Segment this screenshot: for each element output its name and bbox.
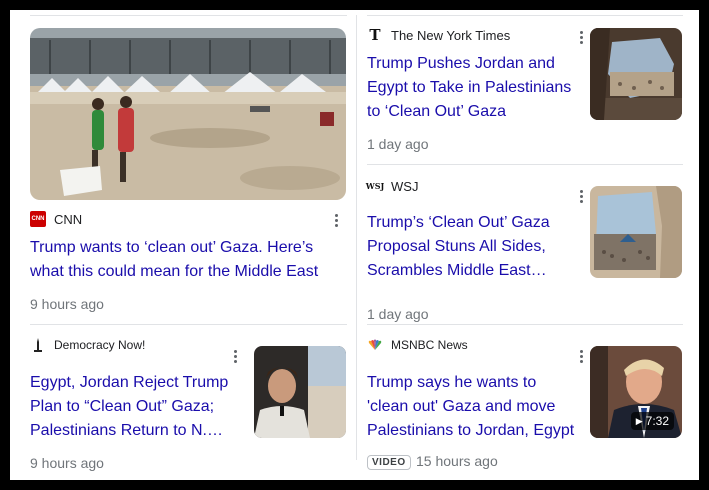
- article-time: 15 hours ago: [416, 453, 498, 469]
- article-time: 1 day ago: [367, 136, 429, 152]
- article-source[interactable]: CNN CNN: [30, 211, 82, 227]
- logo-text: T: [369, 26, 381, 44]
- video-duration: ▶ 7:32: [630, 412, 674, 430]
- gaza-camp-photo: [30, 28, 346, 200]
- article-title[interactable]: Egypt, Jordan Reject Trump Plan to “Clea…: [30, 371, 250, 443]
- nyt-logo-icon: T: [367, 26, 383, 44]
- logo-text: CNN: [31, 216, 45, 222]
- title-line: Trump says he wants to: [367, 374, 537, 391]
- article-time: 9 hours ago: [30, 455, 104, 471]
- more-options-icon[interactable]: [573, 27, 589, 47]
- article-title[interactable]: Trump’s ‘Clean Out’ Gaza Proposal Stuns …: [367, 211, 587, 283]
- title-line: Trump Pushes Jordan and: [367, 55, 555, 72]
- source-name: CNN: [54, 211, 83, 227]
- article-source[interactable]: T The New York Times: [367, 26, 511, 44]
- wsj-logo-icon: WSJ: [365, 178, 385, 194]
- more-options-icon[interactable]: [328, 210, 344, 230]
- article-title[interactable]: Trump says he wants to 'clean out' Gaza …: [367, 371, 593, 443]
- title-line: Palestinians to Jordan, Egypt: [367, 422, 575, 439]
- article-source[interactable]: Democracy Now!: [30, 337, 145, 353]
- article-thumbnail[interactable]: [590, 28, 682, 120]
- title-line: to ‘Clean Out’ Gaza: [367, 103, 507, 120]
- video-thumbnail[interactable]: ▶ 7:32: [590, 346, 682, 438]
- title-line: Palestinians Return to N.…: [30, 422, 223, 439]
- news-panel: CNN CNN Trump wants to ‘clean out’ Gaza.…: [10, 10, 699, 480]
- liberty-torch-icon: [30, 337, 46, 353]
- source-name: WSJ: [391, 178, 419, 194]
- duration-text: 7:32: [645, 414, 669, 428]
- article-title[interactable]: Trump wants to ‘clean out’ Gaza. Here’s …: [30, 236, 330, 284]
- title-line: Scrambles Middle East…: [367, 262, 547, 279]
- play-icon: ▶: [635, 415, 643, 426]
- article-source[interactable]: MSNBC News: [367, 337, 468, 353]
- source-name: The New York Times: [391, 27, 511, 43]
- source-name: MSNBC News: [391, 338, 468, 352]
- interview-photo: [254, 346, 346, 438]
- damaged-building-photo: [590, 186, 682, 278]
- title-line: Trump’s ‘Clean Out’ Gaza: [367, 214, 550, 231]
- logo-text: WSJ: [365, 181, 385, 191]
- news-card-wsj[interactable]: WSJ WSJ Trump’s ‘Clean Out’ Gaza Proposa…: [356, 164, 699, 324]
- title-line: Egypt to Take in Palestinians: [367, 79, 572, 96]
- video-badge: VIDEO: [367, 455, 411, 470]
- news-card-cnn[interactable]: CNN CNN Trump wants to ‘clean out’ Gaza.…: [10, 10, 356, 324]
- title-line: 'clean out' Gaza and move: [367, 398, 556, 415]
- article-thumbnail[interactable]: [254, 346, 346, 438]
- article-title[interactable]: Trump Pushes Jordan and Egypt to Take in…: [367, 52, 587, 124]
- title-line: Egypt, Jordan Reject Trump: [30, 374, 229, 391]
- news-card-democracy-now[interactable]: Democracy Now! Egypt, Jordan Reject Trum…: [10, 324, 356, 480]
- article-thumbnail[interactable]: [30, 28, 346, 200]
- news-card-msnbc[interactable]: MSNBC News Trump says he wants to 'clean…: [356, 324, 699, 480]
- source-name: Democracy Now!: [54, 338, 146, 352]
- more-options-icon[interactable]: [573, 346, 589, 366]
- article-time: 9 hours ago: [30, 296, 104, 312]
- more-options-icon[interactable]: [573, 186, 589, 206]
- more-options-icon[interactable]: [227, 346, 243, 366]
- news-card-nyt[interactable]: T The New York Times Trump Pushes Jordan…: [356, 10, 699, 164]
- nbc-peacock-icon: [367, 337, 383, 353]
- rubble-photo: [590, 28, 682, 120]
- article-thumbnail[interactable]: [590, 186, 682, 278]
- title-line: Plan to “Clean Out” Gaza;: [30, 398, 215, 415]
- article-time: 1 day ago: [367, 306, 429, 322]
- article-source[interactable]: WSJ WSJ: [365, 178, 419, 194]
- cnn-logo-icon: CNN: [30, 211, 46, 227]
- title-line: Proposal Stuns All Sides,: [367, 238, 546, 255]
